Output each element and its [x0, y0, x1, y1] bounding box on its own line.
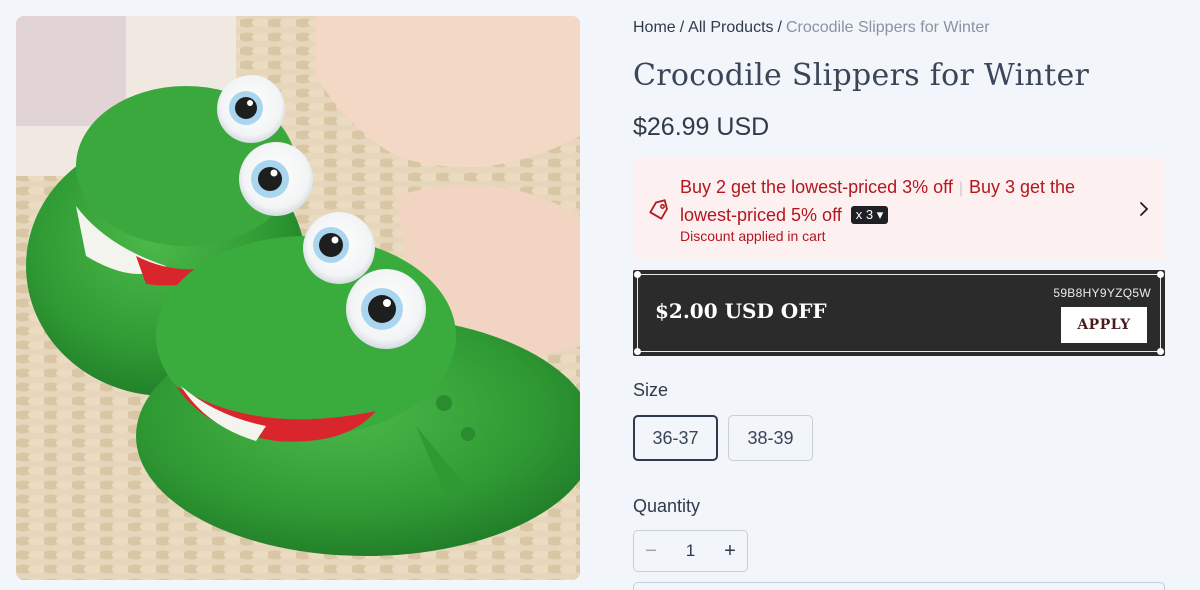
offer-divider: | [958, 180, 963, 197]
offer-text-2b: lowest-priced 5% off [680, 205, 842, 225]
coupon-card: $2.00 USD OFF 59B8HY9YZQ5W APPLY [633, 270, 1165, 356]
offer-text-1: Buy 2 get the lowest-priced 3% off [680, 177, 953, 197]
coupon-amount: $2.00 USD OFF [655, 299, 827, 323]
coupon-code: 59B8HY9YZQ5W [1053, 286, 1151, 300]
product-image[interactable] [16, 16, 580, 580]
quantity-input[interactable]: 1 [664, 531, 717, 571]
quantity-label: Quantity [633, 496, 701, 516]
volume-discount-banner[interactable]: Buy 2 get the lowest-priced 3% off | Buy 3… [633, 158, 1165, 260]
discount-offers: Buy 2 get the lowest-priced 3% off | Buy 3… [680, 174, 1110, 229]
coupon-corner-dot [1157, 348, 1164, 355]
slippers-illustration [16, 16, 580, 580]
coupon-corner-dot [634, 271, 641, 278]
breadcrumb: Home / All Products / Crocodile Slippers for… [633, 19, 990, 37]
quantity-decrease-button[interactable]: − [636, 531, 666, 571]
apply-coupon-button[interactable]: APPLY [1061, 307, 1147, 343]
size-option-36-37[interactable]: 36-37 [633, 415, 718, 461]
breadcrumb-all-products-link[interactable]: All Products [688, 19, 773, 36]
tag-icon [649, 199, 668, 220]
coupon-corner-dot [1157, 271, 1164, 278]
quantity-stepper: − 1 + [633, 530, 748, 572]
size-option-38-39[interactable]: 38-39 [728, 415, 813, 461]
coupon-corner-dot [634, 348, 641, 355]
discount-subtext: Discount applied in cart [680, 228, 826, 244]
breadcrumb-home-link[interactable]: Home [633, 19, 676, 36]
product-price: $26.99 USD [633, 113, 770, 141]
breadcrumb-separator: / [777, 19, 782, 36]
breadcrumb-separator: / [679, 19, 685, 36]
offer-count-badge[interactable]: x 3 ▾ [850, 206, 889, 224]
add-to-cart-button[interactable] [633, 582, 1165, 590]
quantity-increase-button[interactable]: + [715, 531, 745, 571]
offer-text-2a: Buy 3 get the [968, 177, 1076, 197]
product-title: Crocodile Slippers for Winter [633, 58, 1090, 93]
chevron-right-icon[interactable] [1137, 200, 1151, 218]
offer-count-text: x 3 [855, 207, 874, 222]
breadcrumb-current: Crocodile Slippers for Winter [785, 19, 990, 36]
size-label: Size [633, 380, 669, 400]
